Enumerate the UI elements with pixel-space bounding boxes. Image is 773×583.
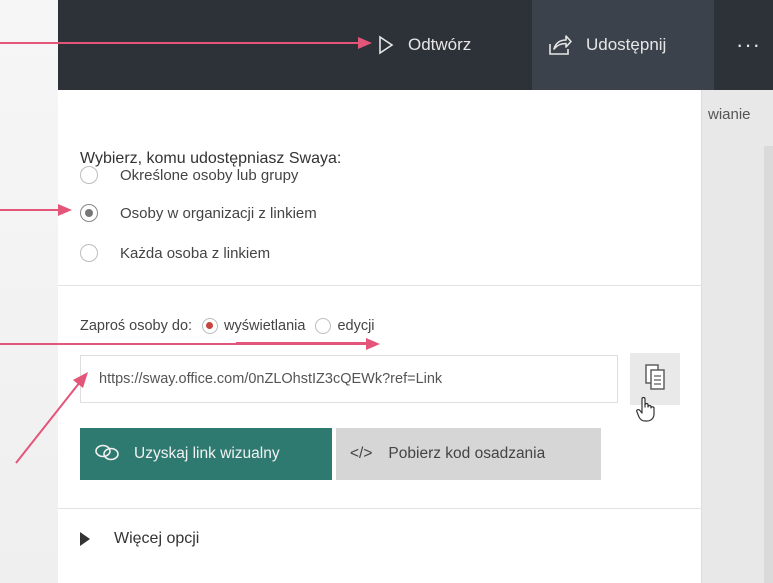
play-icon bbox=[378, 35, 394, 55]
more-options-label: Więcej opcji bbox=[114, 530, 200, 547]
right-background-pane bbox=[702, 90, 773, 583]
audience-option-anyone[interactable]: Każda osoba z linkiem bbox=[80, 244, 270, 262]
audience-option-organization[interactable]: Osoby w organizacji z linkiem bbox=[80, 204, 317, 222]
more-options-toggle[interactable]: Więcej opcji bbox=[80, 530, 199, 548]
permission-option-label: edycji bbox=[337, 318, 375, 334]
share-label: Udostępnij bbox=[586, 35, 667, 54]
link-icon bbox=[94, 442, 120, 467]
share-panel: Wybierz, komu udostępniasz Swaya: Określ… bbox=[58, 90, 702, 583]
permission-option-edit[interactable]: edycji bbox=[315, 318, 375, 334]
expand-triangle-icon bbox=[80, 532, 90, 546]
radio-button-checked[interactable] bbox=[80, 204, 98, 222]
top-toolbar: Odtwórz Udostępnij ··· bbox=[58, 0, 773, 90]
radio-button[interactable] bbox=[80, 166, 98, 184]
get-embed-code-button[interactable]: </> Pobierz kod osadzania bbox=[336, 428, 601, 480]
invite-row: Zaproś osoby do: wyświetlania edycji bbox=[80, 318, 375, 334]
audience-option-label: Określone osoby lub grupy bbox=[120, 166, 299, 184]
play-label: Odtwórz bbox=[408, 35, 472, 54]
share-link-field[interactable]: https://sway.office.com/0nZLOhstIZ3cQEWk… bbox=[80, 355, 618, 403]
invite-label: Zaproś osoby do: bbox=[80, 318, 193, 334]
annotation-underline bbox=[236, 342, 366, 344]
permission-option-view[interactable]: wyświetlania bbox=[202, 318, 305, 334]
play-button[interactable]: Odtwórz bbox=[378, 0, 471, 90]
background-left-strip bbox=[0, 0, 58, 583]
radio-button[interactable] bbox=[80, 244, 98, 262]
divider bbox=[58, 508, 702, 509]
radio-button[interactable] bbox=[315, 318, 332, 334]
get-visual-link-label: Uzyskaj link wizualny bbox=[134, 445, 280, 462]
audience-option-label: Każda osoba z linkiem bbox=[120, 244, 271, 262]
get-embed-code-label: Pobierz kod osadzania bbox=[388, 445, 546, 462]
audience-option-specific[interactable]: Określone osoby lub grupy bbox=[80, 166, 298, 184]
permission-option-label: wyświetlania bbox=[224, 318, 306, 334]
hand-cursor-icon bbox=[636, 396, 656, 427]
audience-option-label: Osoby w organizacji z linkiem bbox=[120, 204, 317, 222]
copy-icon bbox=[644, 363, 666, 396]
radio-button-checked[interactable] bbox=[202, 318, 219, 334]
get-visual-link-button[interactable]: Uzyskaj link wizualny bbox=[80, 428, 332, 480]
right-scrollbar[interactable] bbox=[764, 146, 773, 583]
share-button[interactable]: Udostępnij bbox=[532, 0, 714, 90]
code-icon: </> bbox=[350, 445, 373, 462]
share-icon bbox=[548, 34, 572, 56]
more-icon[interactable]: ··· bbox=[724, 0, 773, 90]
divider bbox=[58, 285, 702, 286]
right-tab[interactable]: wianie bbox=[702, 98, 773, 132]
